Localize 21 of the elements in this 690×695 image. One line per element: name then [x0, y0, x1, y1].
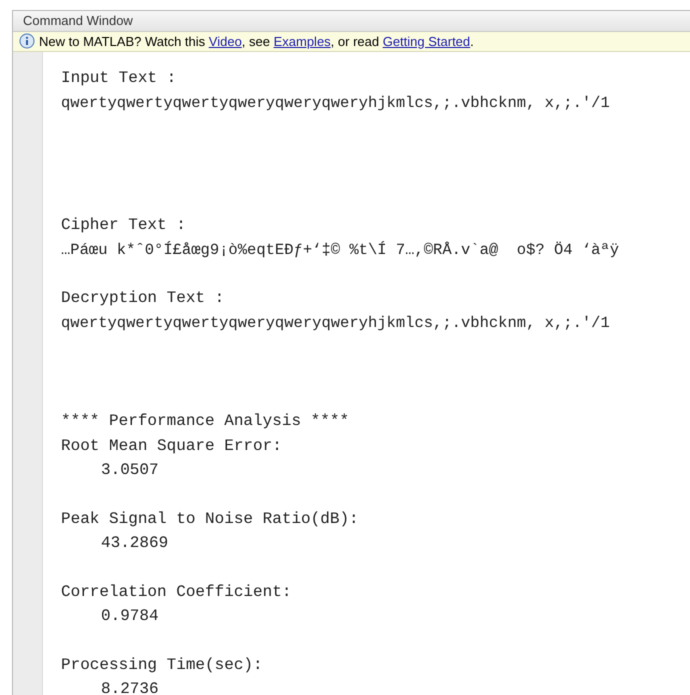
output-text: qwertyqwertyqwertyqweryqweryqweryhjkmlcs,;.vbhcknm, x,;.'/1	[61, 312, 610, 334]
output-label: Processing Time(sec):	[61, 654, 263, 676]
info-icon	[19, 33, 35, 50]
output-label: Correlation Coefficient:	[61, 582, 292, 602]
section-heading: **** Performance Analysis ****	[61, 411, 350, 432]
output-label: Cipher Text :	[61, 215, 186, 236]
output-label: Peak Signal to Noise Ratio(dB):	[61, 508, 359, 530]
output-value: 8.2736	[100, 679, 159, 695]
link[interactable]: Examples	[274, 34, 331, 48]
output-label: Decryption Text :	[61, 288, 224, 309]
window-title: Command Window	[23, 12, 133, 30]
output-value: 43.2869	[100, 533, 168, 554]
output-text: qwertyqwertyqwertyqweryqweryqweryhjkmlcs,;.vbhcknm, x,;.'/1	[61, 92, 610, 114]
info-message: New to MATLAB? Watch this Video, see Examples, or read Getting Started.	[39, 32, 474, 51]
output-label: Root Mean Square Error:	[61, 436, 282, 456]
output-value: 0.9784	[100, 606, 159, 627]
output-value: 3.0507	[100, 460, 159, 481]
link[interactable]: Video	[208, 34, 242, 48]
link[interactable]: Getting Started	[382, 34, 470, 48]
output-text: …Páœu k*ˆ0°Í£åœg9¡ò%eqtEÐƒ+‘‡© %t\Í 7…,©RÅ.v`a@ o$? Ö4 ‘àªÿ	[61, 240, 620, 260]
output-label: Input Text :	[61, 68, 176, 89]
